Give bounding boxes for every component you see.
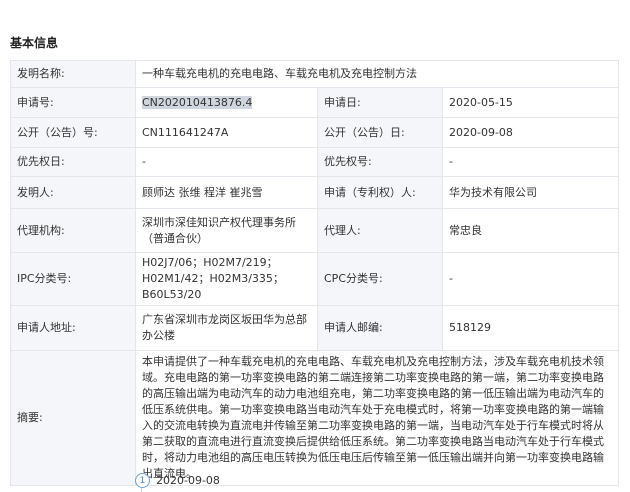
application-date-label: 申请日: — [317, 87, 443, 118]
inventor-label: 发明人: — [10, 176, 136, 209]
patent-info-table: 发明名称: 一种车载充电机的充电电路、车载充电机及充电控制方法 申请号: CN2… — [10, 60, 619, 486]
inventor-value: 顾师达 张维 程洋 崔兆雪 — [135, 176, 318, 209]
table-row: IPC分类号: H02J7/06；H02M7/219；H02M1/42；H02M… — [10, 252, 619, 306]
table-row: 申请号: CN202010413876.4 申请日: 2020-05-15 — [10, 87, 619, 118]
section-title: 基本信息 — [10, 36, 59, 50]
publication-date-label: 公开（公告）日: — [317, 117, 443, 148]
agent-value: 常忠良 — [442, 208, 619, 253]
abstract-label: 摘要: — [10, 350, 136, 486]
ipc-value: H02J7/06；H02M7/219；H02M1/42；H02M3/335；B6… — [135, 252, 318, 306]
invention-name-value: 一种车载充电机的充电电路、车载充电机及充电控制方法 — [135, 60, 619, 88]
table-row: 发明人: 顾师达 张维 程洋 崔兆雪 申请（专利权）人: 华为技术有限公司 — [10, 176, 619, 209]
publication-number-value: CN111641247A — [135, 117, 318, 148]
timeline-date: 2020-09-08 — [156, 474, 220, 487]
priority-date-value: - — [135, 147, 318, 177]
table-row: 优先权日: - 优先权号: - — [10, 147, 619, 177]
timeline-index-badge: 1 — [135, 473, 150, 488]
priority-number-value: - — [442, 147, 619, 177]
table-row: 代理机构: 深圳市深佳知识产权代理事务所（普通合伙） 代理人: 常忠良 — [10, 208, 619, 253]
publication-number-label: 公开（公告）号: — [10, 117, 136, 148]
agency-link[interactable]: 深圳市深佳知识产权代理事务所（普通合伙） — [135, 208, 318, 253]
invention-name-label: 发明名称: — [10, 60, 136, 88]
table-row: 发明名称: 一种车载充电机的充电电路、车载充电机及充电控制方法 — [10, 60, 619, 88]
application-date-value: 2020-05-15 — [442, 87, 619, 118]
applicant-address-value: 广东省深圳市龙岗区坂田华为总部办公楼 — [135, 305, 318, 351]
applicant-postcode-label: 申请人邮编: — [317, 305, 443, 351]
timeline-entry: 1 2020-09-08 — [135, 473, 220, 488]
abstract-text: 本申请提供了一种车载充电机的充电电路、车载充电机及充电控制方法，涉及车载充电机技… — [135, 350, 619, 486]
table-row: 申请人地址: 广东省深圳市龙岗区坂田华为总部办公楼 申请人邮编: 518129 — [10, 305, 619, 351]
ipc-label: IPC分类号: — [10, 252, 136, 306]
cpc-value: - — [442, 252, 619, 306]
publication-date-value: 2020-09-08 — [442, 117, 619, 148]
cpc-label: CPC分类号: — [317, 252, 443, 306]
application-number-label: 申请号: — [10, 87, 136, 118]
applicant-label: 申请（专利权）人: — [317, 176, 443, 209]
agency-label: 代理机构: — [10, 208, 136, 253]
applicant-address-label: 申请人地址: — [10, 305, 136, 351]
table-row: 公开（公告）号: CN111641247A 公开（公告）日: 2020-09-0… — [10, 117, 619, 148]
priority-date-label: 优先权日: — [10, 147, 136, 177]
agent-label: 代理人: — [317, 208, 443, 253]
applicant-link[interactable]: 华为技术有限公司 — [442, 176, 619, 209]
table-row: 摘要: 本申请提供了一种车载充电机的充电电路、车载充电机及充电控制方法，涉及车载… — [10, 350, 619, 486]
priority-number-label: 优先权号: — [317, 147, 443, 177]
applicant-postcode-value: 518129 — [442, 305, 619, 351]
application-number-value[interactable]: CN202010413876.4 — [142, 95, 253, 109]
